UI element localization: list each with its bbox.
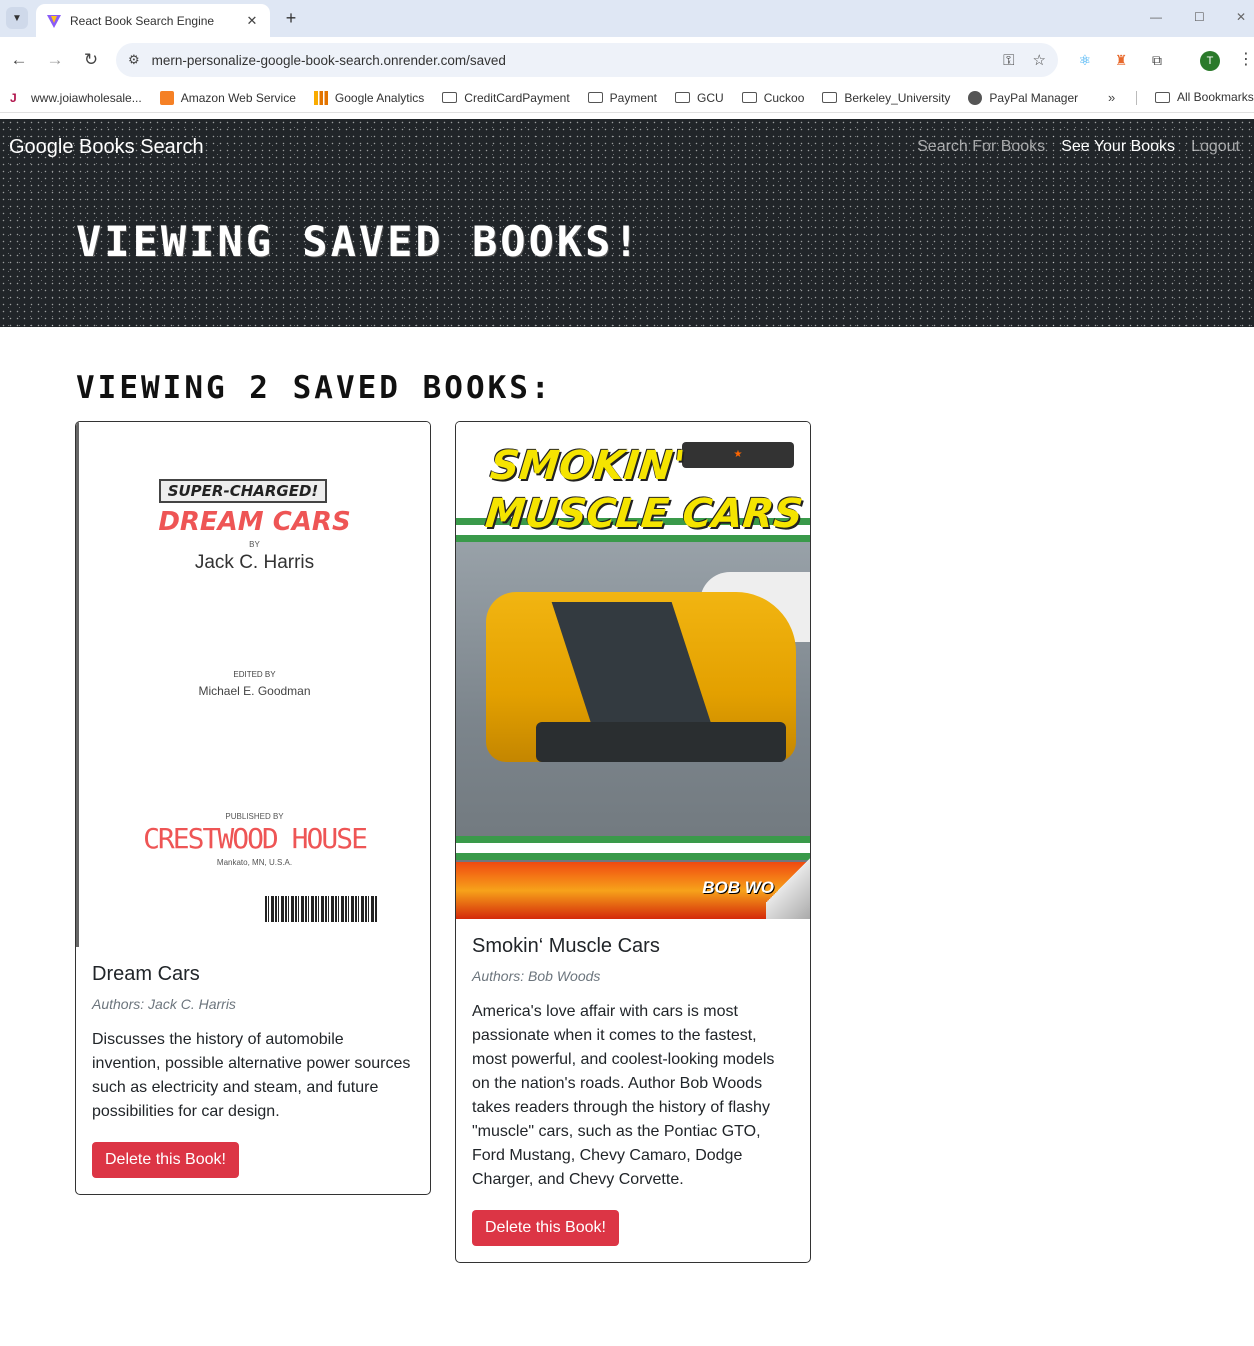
site-info-icon[interactable]: ⚙ xyxy=(128,52,140,68)
bookmark-folder[interactable]: GCU xyxy=(675,91,724,105)
book-authors: Authors: Bob Woods xyxy=(472,968,601,984)
cover-graphic xyxy=(456,836,810,860)
tab-search-button[interactable]: ▼ xyxy=(6,7,28,29)
bookmark-label: Cuckoo xyxy=(763,90,805,105)
extension-icon[interactable]: ♜ xyxy=(1110,49,1132,71)
card-body: Dream Cars Authors: Jack C. Harris Discu… xyxy=(76,947,430,1194)
cover-text: DREAM CARS xyxy=(158,507,351,537)
book-description: Discusses the history of automobile inve… xyxy=(92,1031,411,1120)
card-body: Smokin‘ Muscle Cars Authors: Bob Woods A… xyxy=(456,919,810,1262)
bookmark-folder[interactable]: Berkeley_University xyxy=(822,91,950,105)
book-authors: Authors: Jack C. Harris xyxy=(92,996,236,1012)
bookmarks-divider xyxy=(1136,91,1137,105)
bookmark-item[interactable]: Amazon Web Service xyxy=(159,90,296,105)
nav-see-your-books[interactable]: See Your Books xyxy=(1053,138,1183,156)
bookmark-label: CreditCardPayment xyxy=(464,90,570,105)
folder-icon xyxy=(442,92,458,103)
folder-icon xyxy=(587,92,603,103)
cover-text: Michael E. Goodman xyxy=(198,684,311,698)
book-description: America's love affair with cars is most … xyxy=(472,1003,775,1188)
book-cover-image: SUPER-CHARGED! DREAM CARS BY Jack C. Har… xyxy=(76,422,430,947)
password-key-icon[interactable]: ⚿ xyxy=(1003,52,1014,69)
tab-title: React Book Search Engine xyxy=(70,13,215,28)
bookmark-item[interactable]: Google Analytics xyxy=(313,90,425,105)
delete-book-button[interactable]: Delete this Book! xyxy=(472,1210,619,1246)
cover-text: SMOKIN' xyxy=(488,443,688,489)
maximize-icon[interactable]: ☐ xyxy=(1194,10,1205,24)
bookmarks-overflow-icon[interactable]: » xyxy=(1108,90,1115,105)
folder-icon xyxy=(1155,91,1170,103)
cover-text: SUPER-CHARGED! xyxy=(159,479,327,503)
forward-arrow-icon[interactable]: → xyxy=(43,48,67,72)
bookmark-label: GCU xyxy=(697,90,724,105)
bookmark-label: www.joiawholesale... xyxy=(31,90,142,105)
book-card: SUPER-CHARGED! DREAM CARS BY Jack C. Har… xyxy=(75,421,431,1195)
bookmark-item[interactable]: PayPal Manager xyxy=(968,90,1079,105)
browser-tab-strip: ▼ React Book Search Engine ✕ + — ☐ ✕ xyxy=(0,0,1254,37)
vite-favicon-icon xyxy=(47,14,61,28)
cover-text: BY xyxy=(249,540,260,549)
bookmark-label: Google Analytics xyxy=(334,90,425,105)
aws-icon xyxy=(159,90,174,105)
bookmark-label: Amazon Web Service xyxy=(180,90,296,105)
bookmark-label: PayPal Manager xyxy=(989,90,1079,105)
bookmark-folder[interactable]: Payment xyxy=(587,90,658,105)
cover-text: MUSCLE CARS xyxy=(483,491,806,537)
folder-icon xyxy=(822,92,838,103)
analytics-icon xyxy=(313,90,328,105)
book-title: Dream Cars xyxy=(92,963,200,985)
profile-avatar[interactable]: T xyxy=(1200,51,1220,71)
barcode-icon xyxy=(265,896,377,922)
bookmark-folder[interactable]: CreditCardPayment xyxy=(442,90,570,105)
page-peel-graphic xyxy=(766,842,810,919)
extensions-puzzle-icon[interactable]: ⧉ xyxy=(1146,49,1168,71)
browser-tab[interactable]: React Book Search Engine ✕ xyxy=(36,4,270,37)
folder-icon xyxy=(741,92,757,103)
navbar-brand[interactable]: Google Books Search xyxy=(9,136,204,159)
bookmark-item[interactable]: J www.joiawholesale... xyxy=(10,91,142,105)
cover-text: Jack C. Harris xyxy=(194,552,315,573)
hero-title: Viewing saved books! xyxy=(76,217,642,266)
url-text[interactable]: mern-personalize-google-book-search.onre… xyxy=(152,53,985,68)
browser-toolbar: ← → ↻ ⚙ mern-personalize-google-book-sea… xyxy=(0,37,1254,83)
window-close-icon[interactable]: ✕ xyxy=(1236,10,1246,24)
cover-text: Mankato, MN, U.S.A. xyxy=(216,858,293,867)
all-bookmarks-folder[interactable]: All Bookmarks xyxy=(1155,90,1254,104)
bookmark-label: Berkeley_University xyxy=(844,90,951,105)
cover-graphic xyxy=(536,722,786,762)
address-bar[interactable]: ⚙ mern-personalize-google-book-search.on… xyxy=(116,43,1058,77)
tab-close-icon[interactable]: ✕ xyxy=(244,13,260,29)
cover-text: CRESTWOOD HOUSE xyxy=(143,822,368,855)
folder-icon xyxy=(675,92,691,103)
app-navbar: Google Books Search Search For Books See… xyxy=(0,119,1254,175)
library-stamp xyxy=(237,750,367,800)
book-card: ★ SMOKIN' MUSCLE CARS BOB WO Smokin‘ Mus… xyxy=(455,421,811,1263)
reload-icon[interactable]: ↻ xyxy=(79,48,103,72)
bookmarks-bar: J www.joiawholesale... Amazon Web Servic… xyxy=(0,83,1254,113)
nav-links: Search For Books See Your Books Logout xyxy=(909,138,1248,156)
nav-logout[interactable]: Logout xyxy=(1183,138,1248,156)
bookmark-folder[interactable]: Cuckoo xyxy=(741,90,805,105)
j-icon: J xyxy=(10,90,17,105)
new-tab-button[interactable]: + xyxy=(280,7,302,29)
saved-books-heading: Viewing 2 saved books: xyxy=(76,370,553,406)
react-devtools-icon[interactable]: ⚛ xyxy=(1074,49,1096,71)
book-cover-image: ★ SMOKIN' MUSCLE CARS BOB WO xyxy=(456,422,810,919)
globe-icon xyxy=(968,90,983,105)
delete-book-button[interactable]: Delete this Book! xyxy=(92,1142,239,1178)
back-arrow-icon[interactable]: ← xyxy=(7,48,31,72)
nav-search-books[interactable]: Search For Books xyxy=(909,138,1053,156)
bookmark-star-icon[interactable]: ☆ xyxy=(1033,51,1046,69)
browser-menu-icon[interactable]: ⋮ xyxy=(1238,49,1254,69)
book-title: Smokin‘ Muscle Cars xyxy=(472,935,660,957)
bookmark-label: All Bookmarks xyxy=(1177,90,1254,104)
cover-title: SMOKIN' MUSCLE CARS xyxy=(483,442,810,538)
cover-text: PUBLISHED BY xyxy=(225,812,284,821)
bookmark-label: Payment xyxy=(609,90,658,105)
cover-text: EDITED BY xyxy=(233,670,276,679)
cover-text: BOB WO xyxy=(702,878,774,897)
minimize-icon[interactable]: — xyxy=(1150,10,1162,24)
